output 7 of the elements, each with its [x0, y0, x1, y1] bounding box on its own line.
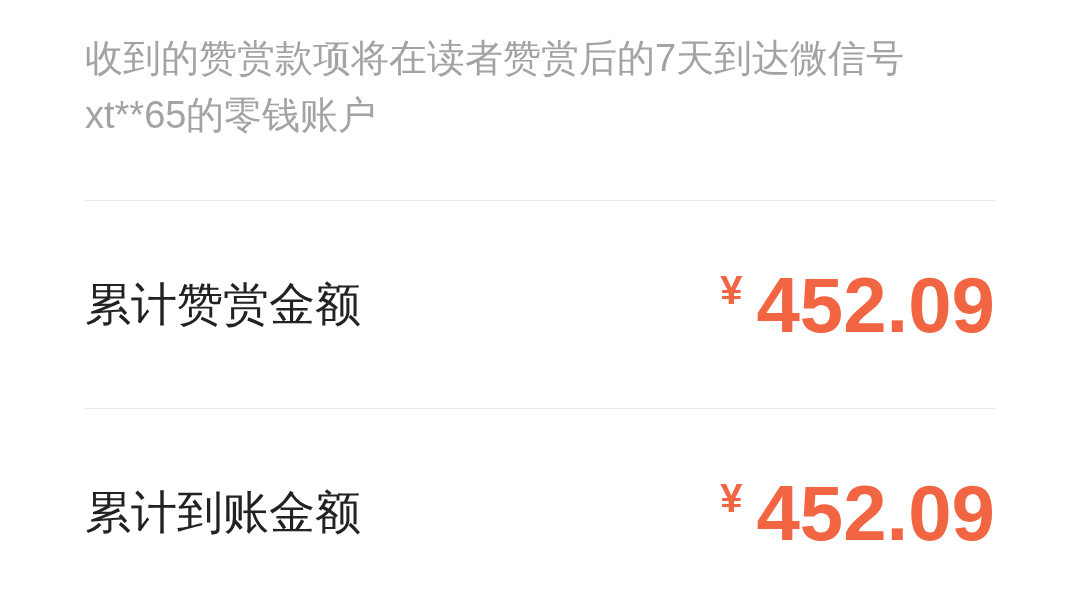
amount-value: 452.09 — [756, 473, 995, 552]
row-label: 累计赞赏金额 — [85, 277, 361, 332]
notice-text: 收到的赞赏款项将在读者赞赏后的7天到达微信号xt**65的零钱账户 — [85, 36, 906, 138]
currency-symbol: ¥ — [720, 477, 743, 518]
amount-value: 452.09 — [756, 265, 995, 344]
row-label: 累计到账金额 — [85, 485, 361, 540]
currency-symbol: ¥ — [720, 269, 743, 310]
